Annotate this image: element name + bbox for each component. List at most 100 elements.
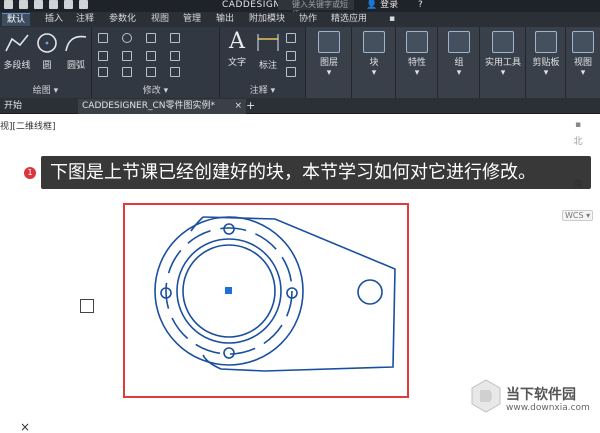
utilities-button[interactable]: 实用工具 ▾	[482, 31, 524, 78]
tab-output[interactable]: 输出	[211, 13, 239, 26]
layer-button[interactable]: 图层 ▾	[312, 31, 346, 78]
utilities-panel: 实用工具 ▾	[480, 27, 526, 98]
fillet-icon[interactable]	[146, 51, 156, 61]
print-icon[interactable]	[49, 0, 58, 9]
tab-collaborate[interactable]: 协作	[294, 13, 322, 26]
offset-icon[interactable]	[170, 67, 180, 77]
tab-featured-apps[interactable]: 精选应用	[326, 13, 372, 26]
table-icon[interactable]	[286, 67, 296, 77]
scale-icon[interactable]	[122, 67, 132, 77]
wcs-menu[interactable]: WCS ▾	[562, 210, 594, 221]
circle-button[interactable]: 圆	[34, 31, 60, 71]
rotate-icon[interactable]	[122, 33, 132, 43]
stretch-icon[interactable]	[98, 67, 108, 77]
tab-addons[interactable]: 附加模块	[244, 13, 290, 26]
clipboard-panel: 剪贴板 ▾	[526, 27, 566, 98]
move-icon[interactable]	[98, 33, 108, 43]
polyline-button[interactable]: 多段线	[2, 31, 32, 71]
copy-icon[interactable]	[98, 51, 108, 61]
utilities-label: 实用工具	[484, 58, 521, 68]
tab-manage[interactable]: 管理	[178, 13, 206, 26]
annotate-group-label[interactable]: 注释 ▾	[220, 83, 305, 96]
dimension-button[interactable]: 标注	[254, 31, 282, 71]
utilities-dropdown-icon: ▾	[500, 68, 506, 78]
polyline-label: 多段线	[3, 61, 31, 71]
ribbon-toggle-icon[interactable]: ▪	[384, 13, 400, 26]
open-file-icon[interactable]	[19, 0, 28, 9]
group-panel: 组 ▾	[438, 27, 480, 98]
compass-north: 北	[573, 137, 583, 147]
redo-icon[interactable]	[79, 0, 88, 9]
trim-icon[interactable]	[146, 33, 156, 43]
annotate-label: 注释	[249, 86, 268, 96]
annotate-group: A 文字 标注 注释 ▾	[220, 27, 306, 98]
clipboard-button[interactable]: 剪贴板 ▾	[528, 31, 564, 78]
tab-start[interactable]: 开始	[0, 99, 26, 114]
layers-icon	[318, 31, 340, 53]
mirror-icon[interactable]	[122, 51, 132, 61]
close-command-line-icon[interactable]: ×	[20, 421, 30, 433]
view-dropdown-icon: ▾	[580, 68, 586, 78]
properties-button[interactable]: 特性 ▾	[400, 31, 434, 78]
clipboard-dropdown-icon: ▾	[543, 68, 549, 78]
cad-part-drawing[interactable]	[125, 205, 407, 396]
help-button[interactable]: ?	[418, 0, 423, 10]
title-bar: CADDESIGNE... 键入关键字或短语 👤 登录 ?	[0, 0, 600, 19]
new-tab-button[interactable]: +	[242, 99, 259, 114]
text-label: 文字	[227, 58, 246, 68]
clipboard-label: 剪贴板	[532, 58, 560, 68]
viewport-controls[interactable]: 视][二维线框]	[0, 119, 56, 132]
tab-view[interactable]: 视图	[146, 13, 174, 26]
mleader-icon[interactable]	[286, 51, 296, 61]
draw-group-label[interactable]: 绘图 ▾	[0, 83, 91, 96]
block-button[interactable]: 块 ▾	[357, 31, 391, 78]
clipboard-icon	[535, 31, 557, 53]
modify-group: 修改 ▾	[92, 27, 220, 98]
watermark-name: 当下软件园	[506, 387, 576, 403]
dimension-icon	[257, 34, 279, 51]
watermark-logo-icon	[471, 379, 501, 413]
block-insertion-grip[interactable]	[225, 287, 232, 294]
group-button[interactable]: 组 ▾	[442, 31, 476, 78]
arc-icon	[65, 35, 87, 52]
viewcube-minimize-icon[interactable]: ▪	[568, 120, 588, 130]
explode-icon[interactable]	[170, 51, 180, 61]
quick-access-toolbar	[4, 0, 88, 9]
sign-in-button[interactable]: 👤 登录	[366, 0, 398, 10]
properties-panel: 特性 ▾	[396, 27, 438, 98]
save-icon[interactable]	[34, 0, 43, 9]
tab-annotate[interactable]: 注释	[71, 13, 99, 26]
close-tab-icon[interactable]: ×	[234, 99, 242, 113]
text-button[interactable]: A 文字	[222, 29, 252, 68]
new-file-icon[interactable]	[4, 0, 13, 9]
tab-active-drawing[interactable]: CADDESIGNER_CN零件图实例* ×	[78, 99, 246, 114]
view-panel: 视图 ▾	[566, 27, 600, 98]
circle-label: 圆	[42, 61, 52, 71]
utilities-icon	[492, 31, 514, 53]
view-label: 视图	[573, 58, 592, 68]
dimension-label: 标注	[258, 61, 277, 71]
modify-group-label[interactable]: 修改 ▾	[92, 83, 219, 96]
undo-icon[interactable]	[64, 0, 73, 9]
erase-icon[interactable]	[170, 33, 180, 43]
tab-parametric[interactable]: 参数化	[104, 13, 141, 26]
layer-dropdown-icon: ▾	[326, 68, 332, 78]
active-drawing-label: CADDESIGNER_CN零件图实例*	[82, 101, 216, 111]
block-label: 块	[369, 58, 379, 68]
block-panel: 块 ▾	[352, 27, 396, 98]
modify-label: 修改	[142, 86, 161, 96]
instruction-caption: 下图是上节课已经创建好的块，本节学习如何对它进行修改。	[41, 156, 591, 189]
array-icon[interactable]	[146, 67, 156, 77]
polyline-icon	[5, 34, 29, 52]
view-button[interactable]: 视图 ▾	[568, 31, 598, 78]
view-icon	[572, 31, 594, 53]
draw-label: 绘图	[32, 86, 51, 96]
group-dropdown-icon: ▾	[456, 68, 462, 78]
draw-group: 多段线 圆 圆弧 绘图 ▾	[0, 27, 92, 98]
search-input[interactable]: 键入关键字或短语	[278, 0, 354, 19]
arc-button[interactable]: 圆弧	[62, 31, 90, 71]
group-label: 组	[454, 58, 464, 68]
tab-default[interactable]: 默认	[2, 13, 31, 26]
leader-icon[interactable]	[286, 33, 296, 43]
tab-insert[interactable]: 插入	[40, 13, 68, 26]
